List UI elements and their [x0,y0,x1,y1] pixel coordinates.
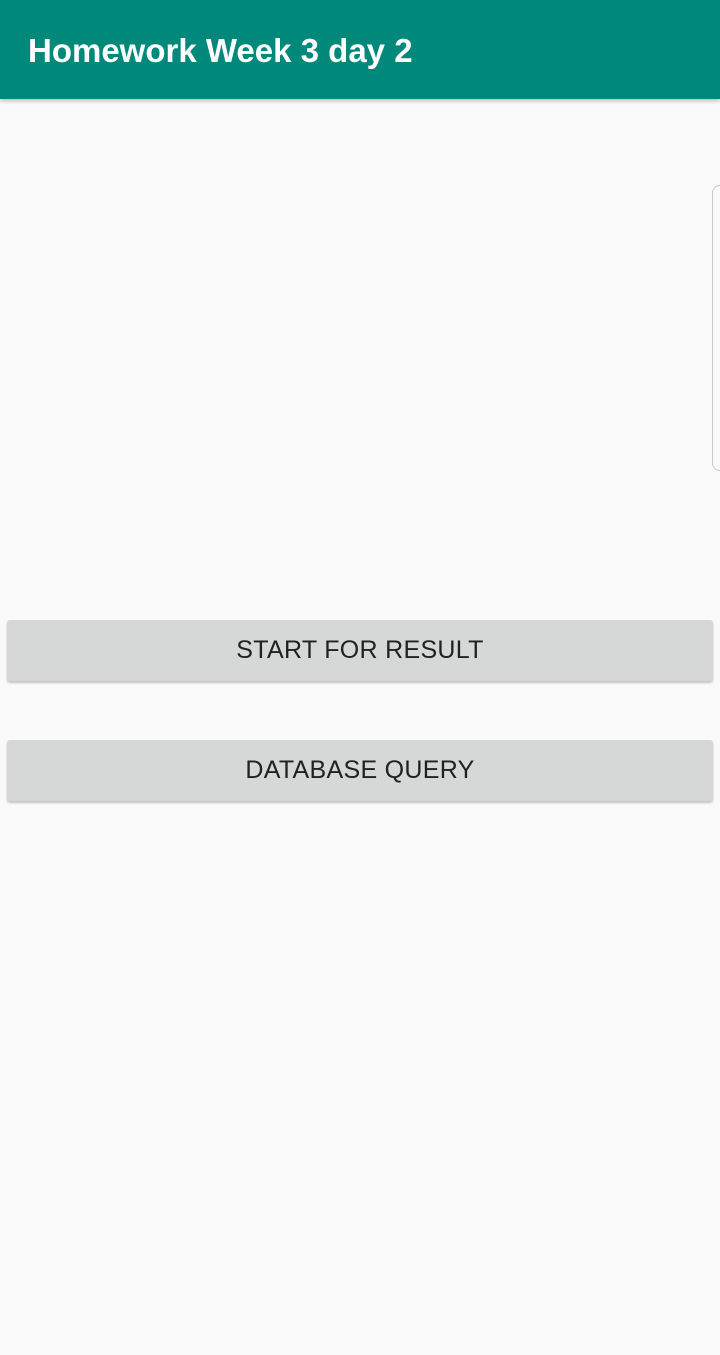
database-query-button[interactable]: DATABASE QUERY [7,740,713,801]
edge-panel-handle[interactable] [712,185,720,471]
main-content [0,99,720,1355]
app-title: Homework Week 3 day 2 [28,32,413,69]
start-for-result-button[interactable]: START FOR RESULT [7,620,713,681]
app-bar: Homework Week 3 day 2 [0,0,720,99]
